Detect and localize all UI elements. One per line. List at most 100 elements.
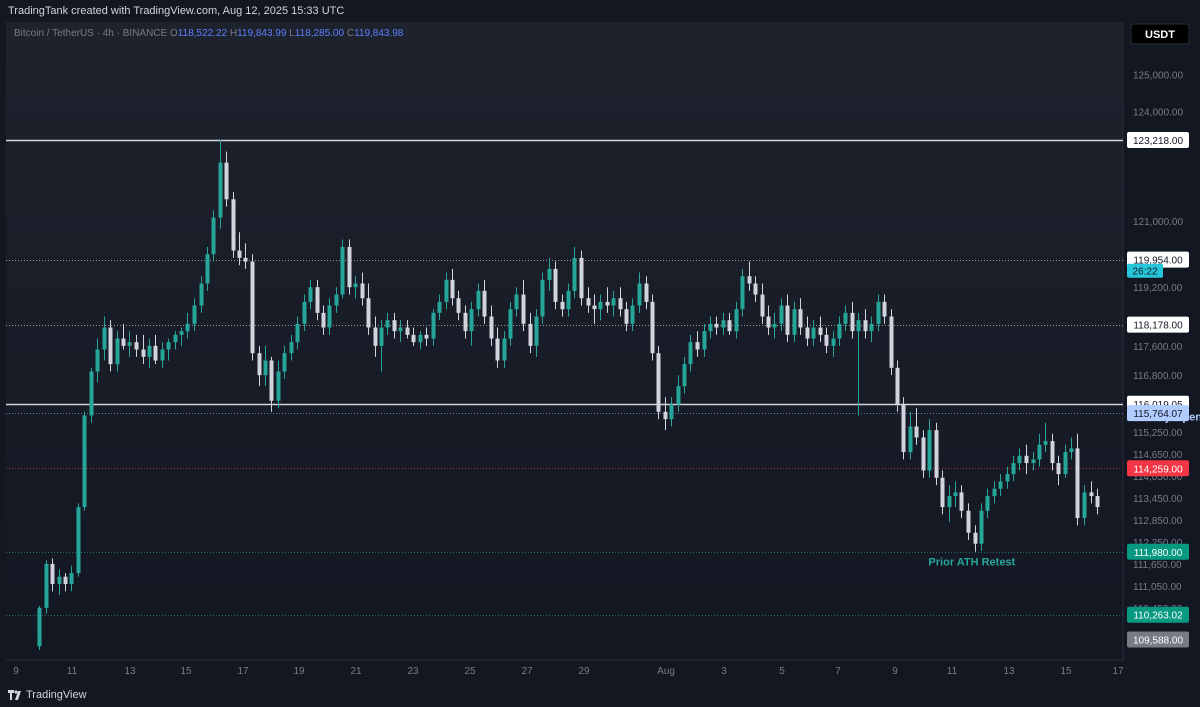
candle-body bbox=[1024, 455, 1029, 464]
candle-body bbox=[579, 257, 584, 299]
level-price-label-text: 123,218.00 bbox=[1133, 136, 1183, 147]
candle-body bbox=[1037, 444, 1042, 460]
candle-body bbox=[779, 305, 784, 324]
candle-body bbox=[289, 342, 294, 354]
candle-body bbox=[553, 268, 558, 302]
candle-body bbox=[69, 573, 74, 585]
legend-close: 119,843.98 bbox=[354, 28, 404, 39]
x-tick-label: 11 bbox=[947, 666, 958, 677]
candle-body bbox=[1017, 455, 1022, 464]
candle-body bbox=[444, 279, 449, 302]
candle-body bbox=[521, 294, 526, 324]
candle-body bbox=[895, 367, 900, 405]
candle-body bbox=[276, 371, 281, 401]
candle bbox=[231, 191, 236, 258]
legend-sep: · bbox=[94, 28, 103, 39]
candle-body bbox=[141, 349, 146, 357]
candle-body bbox=[1095, 496, 1100, 508]
candle-body bbox=[295, 323, 300, 343]
candle-body bbox=[785, 305, 790, 335]
legend-symbol: Bitcoin / TetherUS bbox=[14, 28, 94, 39]
x-tick-label: 11 bbox=[67, 666, 78, 677]
y-tick-label: 111,650.00 bbox=[1133, 560, 1182, 571]
x-tick-label: 29 bbox=[578, 666, 590, 677]
time-axis[interactable]: 9 11 13 15 17 19 21 23 25 27 29 Aug 3 5 7 9 11 13 15 17 bbox=[13, 666, 1124, 677]
candle-body bbox=[953, 492, 958, 497]
candle-body bbox=[811, 327, 816, 339]
candle-body bbox=[560, 301, 565, 310]
candle-body bbox=[243, 257, 248, 262]
y-tick-label: 116,800.00 bbox=[1133, 371, 1183, 382]
y-tick-label: 119,200.00 bbox=[1133, 283, 1183, 294]
candle-body bbox=[772, 323, 777, 328]
level-price-label-text: 110,263.02 bbox=[1133, 611, 1183, 622]
candle bbox=[650, 294, 655, 361]
level-price-label-text: 111,980.00 bbox=[1134, 548, 1183, 559]
tradingview-logo-icon bbox=[8, 690, 21, 700]
x-tick-label: 21 bbox=[350, 666, 362, 677]
x-tick-label: 13 bbox=[124, 666, 136, 677]
y-tick-label: 113,450.00 bbox=[1133, 494, 1183, 505]
level-price-label-text: 109,588.00 bbox=[1133, 635, 1183, 646]
candle-body bbox=[392, 320, 397, 332]
candle-body bbox=[702, 331, 707, 350]
candle-body bbox=[547, 268, 552, 280]
candle-body bbox=[695, 342, 700, 350]
candle-body bbox=[263, 360, 268, 376]
candle bbox=[656, 345, 661, 420]
candlestick-chart[interactable]: Monthly OpenPrior ATH Retest 125,000.001… bbox=[0, 0, 1200, 707]
currency-badge-label: USDT bbox=[1145, 29, 1175, 41]
candle-body bbox=[211, 217, 216, 255]
candle-body bbox=[469, 309, 474, 332]
candle-body bbox=[798, 309, 803, 328]
candle-body bbox=[102, 327, 107, 350]
x-tick-label: 5 bbox=[779, 666, 785, 677]
candle-body bbox=[850, 312, 855, 332]
candle-body bbox=[650, 301, 655, 354]
candle-body bbox=[250, 261, 255, 354]
candle-body bbox=[947, 496, 952, 508]
candle bbox=[250, 254, 255, 361]
candle-body bbox=[76, 507, 81, 574]
candle bbox=[347, 239, 352, 295]
candle-body bbox=[747, 276, 752, 284]
candle-body bbox=[998, 481, 1003, 489]
candle-body bbox=[753, 283, 758, 295]
candle-body bbox=[914, 426, 919, 438]
y-tick-label: 117,600.00 bbox=[1133, 342, 1183, 353]
candle-body bbox=[166, 342, 171, 350]
currency-badge[interactable]: USDT bbox=[1130, 23, 1190, 45]
candle-body bbox=[44, 563, 49, 608]
candle-body bbox=[985, 496, 990, 511]
candle-body bbox=[192, 305, 197, 324]
tradingview-logo[interactable]: TradingView bbox=[8, 689, 87, 701]
legend-c-label: C bbox=[344, 28, 354, 39]
candle-body bbox=[572, 257, 577, 291]
candle-body bbox=[869, 323, 874, 332]
price-axis[interactable]: 125,000.00 124,000.00 121,000.00 119,200.00… bbox=[1133, 71, 1183, 615]
candle-body bbox=[127, 342, 132, 346]
candle bbox=[934, 422, 939, 486]
candle-body bbox=[824, 334, 829, 346]
candle-body bbox=[360, 283, 365, 299]
y-tick-label: 124,000.00 bbox=[1133, 107, 1183, 118]
candle-body bbox=[257, 353, 262, 376]
legend-h-label: H bbox=[227, 28, 237, 39]
candle-body bbox=[934, 430, 939, 478]
candle-body bbox=[837, 323, 842, 339]
candle-body bbox=[992, 488, 997, 497]
candle-body bbox=[385, 320, 390, 328]
candle-body bbox=[973, 532, 978, 544]
candle-body bbox=[644, 283, 649, 302]
annotation-label: Prior ATH Retest bbox=[928, 557, 1015, 569]
x-tick-label: 9 bbox=[13, 666, 19, 677]
candle-body bbox=[347, 246, 352, 288]
level-price-label: 109,588.00 bbox=[1127, 631, 1189, 648]
candle-body bbox=[727, 320, 732, 332]
candle-body bbox=[908, 426, 913, 453]
candle-body bbox=[592, 305, 597, 310]
candle-body bbox=[173, 334, 178, 343]
candle-body bbox=[889, 316, 894, 368]
candle-countdown-text: 26:22 bbox=[1132, 267, 1157, 278]
candle-body bbox=[37, 607, 42, 647]
